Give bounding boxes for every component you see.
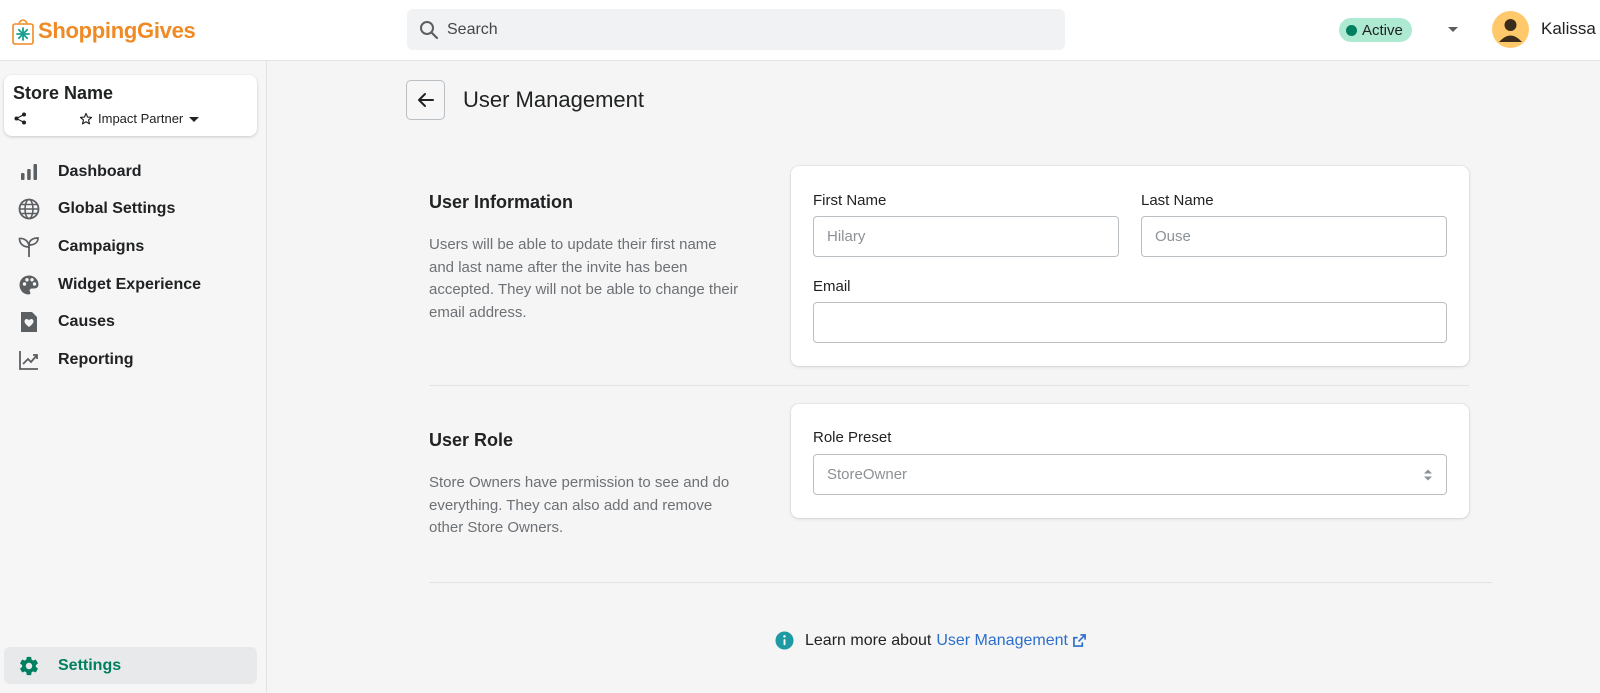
sidebar-item-reporting[interactable]: Reporting [0, 341, 266, 379]
sidebar: Store Name Impact Partner Dashboard Glob… [0, 61, 267, 693]
user-information-title: User Information [429, 192, 574, 212]
user-avatar-icon [1499, 19, 1522, 42]
user-avatar[interactable] [1492, 11, 1529, 48]
section-divider [429, 582, 1492, 583]
last-name-field[interactable]: Ouse [1141, 216, 1447, 257]
store-name: Store Name [13, 83, 114, 103]
user-information-card: First Name Hilary Last Name Ouse Email [791, 166, 1469, 366]
sidebar-item-label: Global Settings [58, 200, 176, 218]
top-bar: ShoppingGives Search Active Kalissa [0, 0, 1600, 61]
chevron-down-icon[interactable] [1447, 21, 1459, 39]
partner-label: Impact Partner [98, 111, 184, 126]
partner-dropdown[interactable]: Impact Partner [79, 111, 200, 126]
email-label: Email [813, 278, 851, 295]
user-information-description: Users will be able to update their first… [429, 236, 739, 321]
status-badge[interactable]: Active [1339, 18, 1412, 42]
last-name-label: Last Name [1141, 192, 1214, 209]
user-role-title: User Role [429, 430, 514, 450]
trend-chart-icon [17, 348, 41, 372]
sidebar-item-dashboard[interactable]: Dashboard [0, 153, 266, 191]
first-name-value: Hilary [827, 228, 866, 245]
sidebar-item-settings[interactable]: Settings [4, 647, 257, 684]
status-dot-icon [1346, 24, 1357, 36]
sidebar-item-causes[interactable]: Causes [0, 303, 266, 341]
role-preset-value: StoreOwner [827, 466, 908, 483]
globe-icon [17, 197, 41, 221]
brand-logo[interactable]: ShoppingGives [12, 16, 196, 46]
brand-name: ShoppingGives [38, 18, 196, 43]
store-selector[interactable]: Store Name Impact Partner [4, 75, 257, 136]
email-field[interactable] [813, 302, 1447, 343]
sidebar-item-global-settings[interactable]: Global Settings [0, 191, 266, 229]
role-preset-label: Role Preset [813, 429, 892, 446]
page-title: User Management [463, 87, 644, 112]
status-label: Active [1362, 21, 1403, 39]
star-icon [79, 112, 93, 124]
user-management-link[interactable]: User Management [936, 632, 1086, 650]
first-name-label: First Name [813, 192, 887, 209]
external-link-icon [1073, 634, 1086, 647]
select-arrows-icon [1424, 469, 1432, 481]
sidebar-item-widget-experience[interactable]: Widget Experience [0, 266, 266, 304]
last-name-value: Ouse [1155, 228, 1191, 245]
arrow-left-icon [417, 93, 434, 107]
search-icon [420, 20, 439, 39]
sidebar-item-campaigns[interactable]: Campaigns [0, 228, 266, 266]
search-bar[interactable]: Search [407, 9, 1065, 50]
learn-more: Learn more about User Management [775, 631, 1086, 650]
user-name[interactable]: Kalissa [1541, 19, 1596, 39]
sidebar-item-label: Dashboard [58, 162, 142, 180]
sidebar-item-label: Campaigns [58, 237, 145, 255]
bar-chart-icon [17, 160, 41, 184]
user-role-card: Role Preset StoreOwner [791, 404, 1469, 518]
first-name-field[interactable]: Hilary [813, 216, 1119, 257]
sidebar-nav: Dashboard Global Settings Campaigns Widg… [0, 153, 266, 379]
role-preset-select[interactable]: StoreOwner [813, 454, 1447, 495]
sidebar-item-label: Causes [58, 313, 115, 331]
heart-document-icon [17, 310, 41, 334]
search-placeholder: Search [447, 20, 498, 38]
gear-icon [17, 654, 41, 678]
chevron-down-icon [189, 116, 200, 122]
sidebar-item-label: Reporting [58, 350, 134, 368]
user-management-link-label: User Management [936, 631, 1068, 649]
sprout-icon [17, 235, 41, 259]
learn-more-prefix: Learn more about [805, 631, 932, 649]
user-role-description: Store Owners have permission to see and … [429, 474, 730, 537]
palette-icon [17, 273, 41, 297]
sidebar-item-label: Settings [58, 656, 122, 674]
info-icon [775, 631, 794, 650]
shopping-bag-icon [12, 17, 34, 45]
sidebar-item-label: Widget Experience [58, 275, 202, 293]
section-divider [429, 385, 1469, 386]
back-button[interactable] [406, 80, 445, 120]
share-icon[interactable] [14, 112, 27, 125]
